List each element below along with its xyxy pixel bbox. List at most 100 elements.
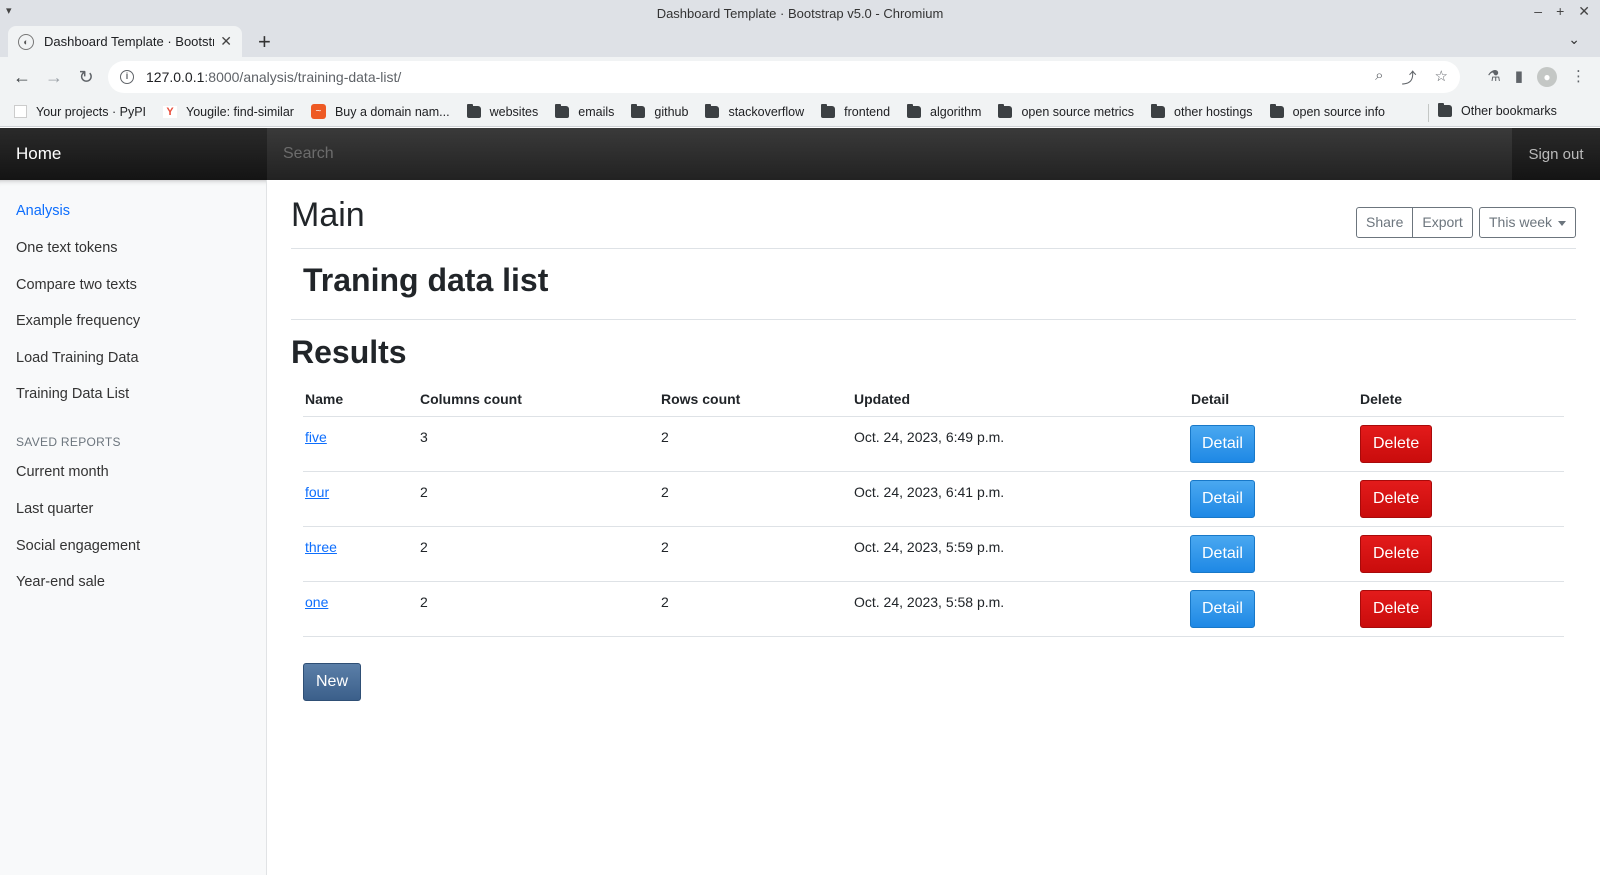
minimize-icon[interactable]: –: [1534, 3, 1542, 20]
results-title: Results: [291, 334, 407, 370]
tab-title: Dashboard Template · Bootstrap v5.0: [44, 34, 214, 49]
tab-favicon-icon: ◐: [18, 33, 34, 50]
bookmark-label: stackoverflow: [728, 104, 805, 119]
row-updated: Oct. 24, 2023, 5:59 p.m.: [854, 539, 1005, 555]
row-name-link[interactable]: four: [305, 484, 329, 500]
extension-icon[interactable]: ⚗: [1487, 67, 1500, 87]
row-name-link[interactable]: five: [305, 429, 327, 445]
row-updated: Oct. 24, 2023, 6:49 p.m.: [854, 429, 1005, 445]
detail-button[interactable]: Detail: [1190, 590, 1255, 628]
domain-favicon-icon: ~: [310, 104, 326, 119]
new-tab-icon[interactable]: +: [258, 29, 271, 55]
sidebar-item-current-month[interactable]: Current month: [16, 464, 109, 480]
share-export-group: Share Export: [1356, 207, 1473, 238]
bookmark-star-icon[interactable]: ☆: [1435, 67, 1448, 88]
divider: [291, 248, 1576, 249]
sidebar-item-load-training-data[interactable]: Load Training Data: [16, 350, 139, 366]
tab-search-chevron-icon[interactable]: ⌄: [1568, 31, 1580, 48]
profile-avatar-icon[interactable]: ●: [1537, 67, 1557, 87]
column-header-delete: Delete: [1360, 391, 1403, 407]
reload-icon[interactable]: ↻: [70, 67, 102, 88]
forward-arrow-icon[interactable]: →: [38, 67, 70, 88]
main-content: Main Share Export This week Traning data…: [267, 180, 1600, 875]
row-updated: Oct. 24, 2023, 5:58 p.m.: [854, 594, 1005, 610]
bookmark-folder[interactable]: frontend: [821, 103, 890, 119]
page-title: Main: [291, 196, 365, 234]
site-info-icon[interactable]: i: [120, 70, 134, 84]
export-button[interactable]: Export: [1413, 207, 1473, 238]
sign-out-link[interactable]: Sign out: [1512, 128, 1600, 180]
detail-button[interactable]: Detail: [1190, 535, 1255, 573]
sidebar-item-one-text-tokens[interactable]: One text tokens: [16, 240, 118, 256]
window-menu-icon[interactable]: ▾: [6, 4, 12, 17]
search-input[interactable]: [267, 128, 1512, 180]
results-table: Name Columns count Rows count Updated De…: [303, 384, 1564, 637]
sidebar-item-compare-two-texts[interactable]: Compare two texts: [16, 277, 137, 293]
more-menu-icon[interactable]: ⋮: [1571, 67, 1586, 87]
share-button[interactable]: Share: [1356, 207, 1414, 238]
share-icon[interactable]: ⤴: [1402, 67, 1417, 88]
table-row: one 2 2 Oct. 24, 2023, 5:58 p.m. Detail …: [303, 582, 1564, 637]
detail-button[interactable]: Detail: [1190, 480, 1255, 518]
detail-button[interactable]: Detail: [1190, 425, 1255, 463]
bookmark-label: github: [654, 104, 689, 119]
bookmark-label: algorithm: [930, 104, 982, 119]
bookmark-item[interactable]: Y Yougile: find-similar: [163, 105, 294, 119]
delete-button[interactable]: Delete: [1360, 535, 1433, 573]
table-row: five 3 2 Oct. 24, 2023, 6:49 p.m. Detail…: [303, 417, 1564, 472]
new-button[interactable]: New: [303, 663, 362, 701]
row-columns-count: 3: [420, 429, 428, 445]
column-header-name: Name: [305, 391, 344, 407]
bookmark-folder[interactable]: emails: [555, 103, 614, 119]
yougile-favicon-icon: Y: [163, 105, 178, 118]
bookmark-item[interactable]: Your projects · PyPI: [14, 105, 146, 119]
row-rows-count: 2: [661, 594, 669, 610]
row-columns-count: 2: [420, 484, 428, 500]
folder-icon: [1438, 103, 1452, 117]
bookmark-folder[interactable]: open source info: [1269, 103, 1385, 119]
maximize-icon[interactable]: +: [1556, 3, 1564, 20]
row-rows-count: 2: [661, 484, 669, 500]
address-bar[interactable]: i 127.0.0.1:8000/analysis/training-data-…: [108, 61, 1460, 93]
delete-button[interactable]: Delete: [1360, 480, 1433, 518]
window-title: Dashboard Template · Bootstrap v5.0 - Ch…: [656, 5, 944, 21]
other-bookmarks-folder[interactable]: Other bookmarks: [1438, 103, 1557, 118]
bookmark-label: Your projects · PyPI: [36, 104, 147, 119]
table-header-row: Name Columns count Rows count Updated De…: [303, 384, 1564, 417]
delete-button[interactable]: Delete: [1360, 425, 1433, 463]
sidebar-item-example-frequency[interactable]: Example frequency: [16, 313, 140, 329]
sidebar-item-year-end-sale[interactable]: Year-end sale: [16, 574, 105, 590]
back-arrow-icon[interactable]: ←: [6, 67, 38, 88]
bookmark-item[interactable]: ~ Buy a domain nam...: [310, 104, 450, 119]
saved-reports-heading: SAVED REPORTS: [16, 435, 121, 449]
delete-button[interactable]: Delete: [1360, 590, 1433, 628]
tab-close-icon[interactable]: ✕: [220, 33, 232, 50]
bookmark-label: open source info: [1292, 104, 1385, 119]
sidebar-item-last-quarter[interactable]: Last quarter: [16, 501, 93, 517]
sidebar: Analysis One text tokens Compare two tex…: [0, 180, 267, 875]
bookmark-folder[interactable]: github: [631, 103, 689, 119]
period-dropdown-button[interactable]: This week: [1479, 207, 1577, 238]
row-name-link[interactable]: one: [305, 594, 328, 610]
sidebar-item-training-data-list[interactable]: Training Data List: [16, 386, 129, 402]
bookmark-folder[interactable]: algorithm: [907, 103, 982, 119]
period-label: This week: [1489, 214, 1553, 230]
bookmark-folder[interactable]: websites: [466, 103, 538, 119]
bookmark-folder[interactable]: stackoverflow: [705, 103, 805, 119]
folder-icon: [1269, 103, 1284, 118]
zoom-search-icon[interactable]: ⌕: [1375, 67, 1383, 88]
row-name-link[interactable]: three: [305, 539, 337, 555]
brand-home-link[interactable]: Home: [0, 128, 267, 180]
folder-icon: [555, 103, 570, 118]
bookmarks-bar: Your projects · PyPI Y Yougile: find-simi…: [0, 97, 1600, 127]
sidebar-item-analysis[interactable]: Analysis: [16, 203, 70, 219]
bookmark-label: Yougile: find-similar: [186, 104, 294, 119]
browser-tab[interactable]: ◐ Dashboard Template · Bootstrap v5.0 ✕: [8, 26, 242, 57]
row-rows-count: 2: [661, 429, 669, 445]
sidebar-item-social-engagement[interactable]: Social engagement: [16, 538, 140, 554]
pypi-favicon-icon: [14, 105, 27, 118]
close-window-icon[interactable]: ✕: [1578, 3, 1590, 20]
bookmark-folder[interactable]: open source metrics: [998, 103, 1134, 119]
bookmark-folder[interactable]: other hostings: [1151, 103, 1253, 119]
side-panel-icon[interactable]: ▮: [1515, 67, 1523, 87]
